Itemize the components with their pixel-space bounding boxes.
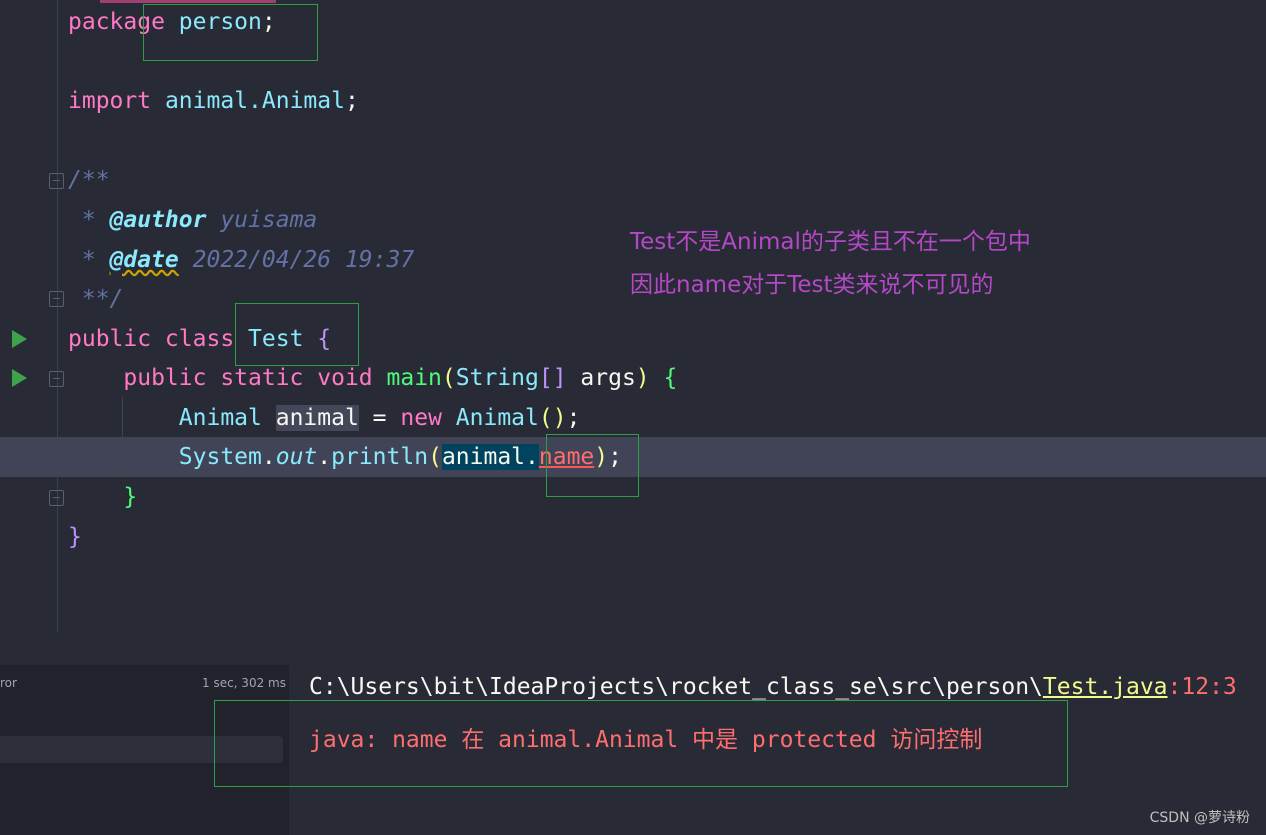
doc-author-line: * @author yuisama: [68, 207, 318, 233]
run-icon[interactable]: [12, 330, 27, 348]
code-editor[interactable]: package person; import animal.Animal; /*…: [0, 0, 1266, 660]
code-line-close-class: }: [68, 524, 82, 550]
output-error-path[interactable]: C:\Users\bit\IdeaProjects\rocket_class_s…: [309, 674, 1237, 700]
code-line-close-method: }: [123, 484, 138, 510]
watermark: CSDN @萝诗粉: [1149, 810, 1250, 826]
fold-icon[interactable]: [49, 291, 64, 307]
code-line-stmt2[interactable]: System.out.println(animal.name);: [68, 437, 622, 477]
highlight-box-package: [143, 4, 318, 61]
gutter-divider: [57, 0, 58, 632]
code-line-import[interactable]: import animal.Animal;: [68, 81, 359, 121]
annotation-line-1: Test不是Animal的子类且不在一个包中: [630, 229, 1031, 255]
doc-comment-open: /**: [68, 167, 110, 193]
run-icon[interactable]: [12, 369, 27, 387]
fold-icon[interactable]: [49, 371, 64, 387]
code-line-stmt1[interactable]: Animal animal = new Animal();: [68, 398, 580, 438]
build-status-label: ror: [0, 676, 17, 690]
doc-date-line: * @date 2022/04/26 19:37: [68, 247, 415, 273]
annotation-line-2: 因此name对于Test类来说不可见的: [630, 272, 994, 298]
build-time: 1 sec, 302 ms: [202, 676, 286, 690]
fold-icon[interactable]: [49, 173, 64, 189]
highlight-box-error: [214, 700, 1068, 787]
highlight-box-class: [235, 303, 359, 366]
code-line-main[interactable]: public static void main(String[] args) {: [68, 358, 677, 398]
highlight-box-member: [546, 434, 639, 497]
fold-icon[interactable]: [49, 490, 64, 506]
doc-comment-close: **/: [68, 286, 124, 312]
error-file-link: Test.java: [1042, 674, 1168, 700]
